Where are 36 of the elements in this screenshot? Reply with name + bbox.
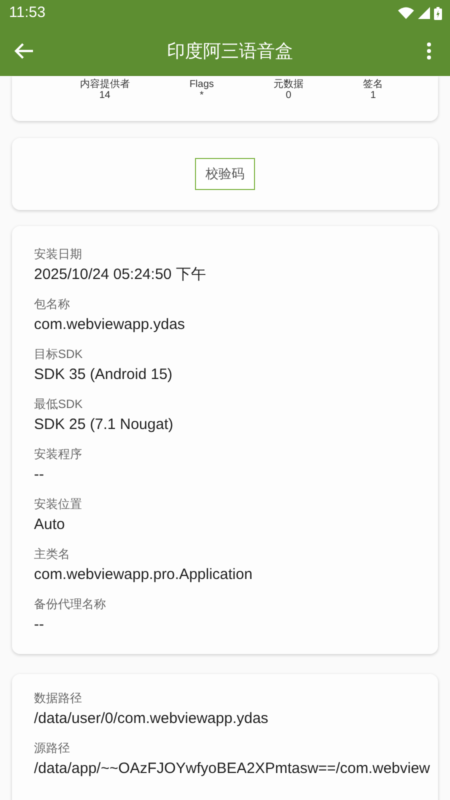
- field-label: 目标SDK: [34, 346, 84, 362]
- more-options-icon[interactable]: [426, 42, 432, 60]
- stat-value: 1: [370, 90, 376, 101]
- stat-label: 内容提供者: [80, 79, 130, 90]
- field-value: SDK 25 (7.1 Nougat): [34, 415, 174, 435]
- stat-label: Flags: [189, 79, 214, 90]
- field-value: com.webviewapp.pro.Application: [34, 565, 254, 585]
- field-label: 数据路径: [34, 690, 83, 706]
- field-label: 主类名: [34, 546, 71, 562]
- field-value: com.webviewapp.ydas: [34, 315, 186, 335]
- toolbar-title: 印度阿三语音盒: [166, 40, 294, 62]
- field-label: 安装日期: [34, 246, 83, 262]
- field-value: /data/user/0/com.webviewapp.ydas: [34, 709, 270, 729]
- field-value: --: [34, 465, 45, 485]
- checksum-button[interactable]: 校验码: [195, 158, 255, 190]
- back-icon[interactable]: [14, 43, 34, 59]
- field-label: 安装位置: [34, 496, 83, 512]
- field-label: 备份代理名称: [34, 596, 107, 612]
- field-label: 包名称: [34, 296, 71, 312]
- field-label: 源路径: [34, 740, 71, 756]
- stat-value: *: [200, 90, 204, 101]
- stat-value: 0: [286, 90, 292, 101]
- signal-icon: [418, 7, 430, 19]
- battery-icon: [434, 6, 442, 20]
- field-value: /data/app/~~OAzFJOYwfyoBEA2XPmtasw==/com.webview: [34, 759, 432, 779]
- wifi-icon: [398, 7, 414, 19]
- field-value: --: [34, 615, 45, 635]
- field-value: SDK 35 (Android 15): [34, 365, 174, 385]
- stat-value: 14: [99, 90, 110, 101]
- field-value: 2025/10/24 05:24:50 下午: [34, 265, 207, 285]
- status-time: 11:53: [9, 2, 46, 23]
- field-label: 安装程序: [34, 446, 83, 462]
- stat-label: 签名: [363, 79, 384, 90]
- field-label: 最低SDK: [34, 396, 84, 412]
- field-value: Auto: [34, 515, 66, 535]
- stat-label: 元数据: [274, 79, 304, 90]
